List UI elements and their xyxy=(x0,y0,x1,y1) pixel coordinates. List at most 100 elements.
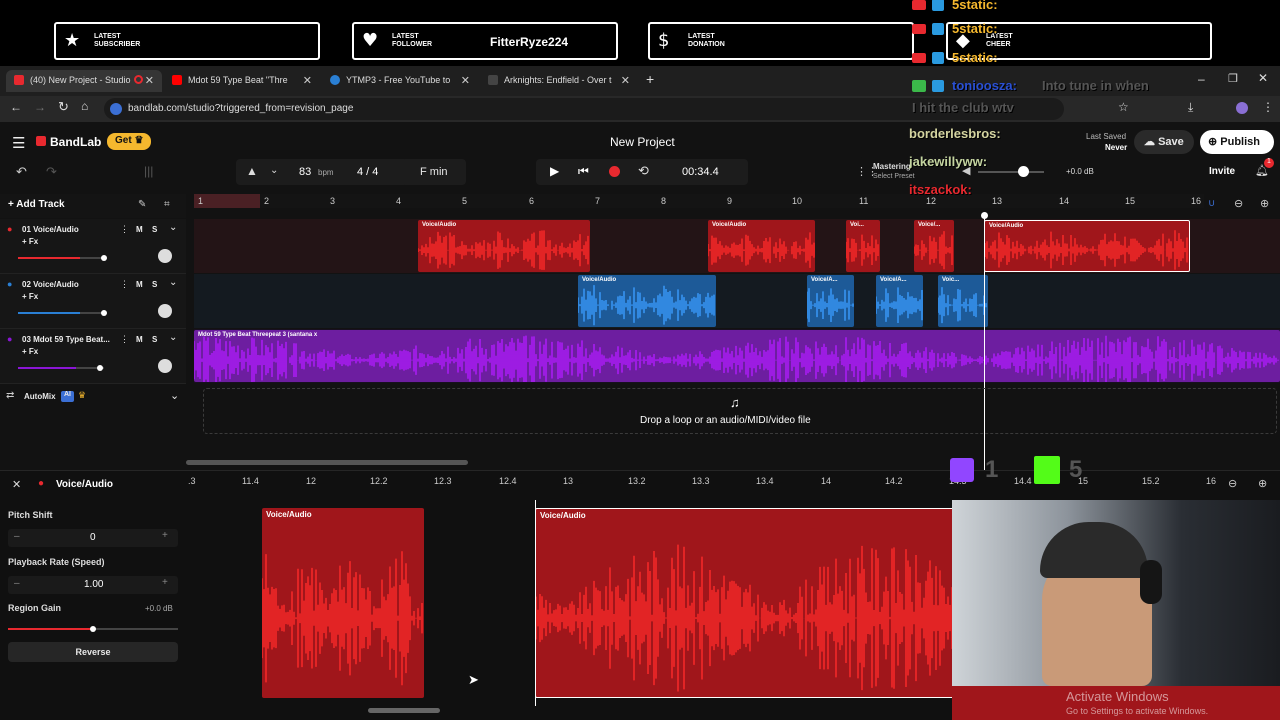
beat-clip[interactable]: Mdot 59 Type Beat Threepeat 3 (santana x xyxy=(194,330,1280,382)
playhead-handle[interactable] xyxy=(981,212,988,219)
audio-clip[interactable]: Voice/Audio xyxy=(578,275,716,327)
track-menu-icon[interactable]: ⋮ xyxy=(120,224,129,235)
audio-clip[interactable]: Voice/Audio xyxy=(708,220,815,272)
track-header-3[interactable]: ● 03 Mdot 59 Type Beat... + Fx ⋮ M S ⌄ xyxy=(0,329,186,384)
track-menu-icon[interactable]: ⋮ xyxy=(120,279,129,290)
lane-2[interactable] xyxy=(194,274,1280,328)
increment-icon[interactable]: + xyxy=(162,577,168,588)
mute-button[interactable]: M xyxy=(136,280,143,289)
horizontal-scrollbar[interactable] xyxy=(186,460,468,465)
audio-clip[interactable]: Voice/Audio xyxy=(418,220,590,272)
editor-ruler[interactable]: .3 11.4 12 12.2 12.3 12.4 13 13.2 13.3 1… xyxy=(186,474,1222,490)
magnet-icon[interactable]: ∪ xyxy=(1208,198,1215,209)
loop-icon[interactable]: ⟲ xyxy=(638,163,649,179)
add-fx-button[interactable]: + Fx xyxy=(22,292,38,301)
chevron-down-icon[interactable]: ⌄ xyxy=(170,389,179,402)
editor-zoom-out-icon[interactable]: ⊖ xyxy=(1228,477,1237,490)
home-icon[interactable]: ⌂ xyxy=(81,99,88,113)
tools-icon[interactable]: ✎ xyxy=(138,199,146,210)
forward-icon[interactable]: → xyxy=(34,100,46,114)
browser-tab-youtube[interactable]: Mdot 59 Type Beat "Threepeat ✕ xyxy=(164,70,320,92)
redo-icon[interactable]: ↷ xyxy=(46,164,57,180)
editor-scrollbar[interactable] xyxy=(368,708,440,713)
publish-button[interactable]: ⊕ Publish xyxy=(1200,130,1274,154)
close-tab-icon[interactable]: ✕ xyxy=(621,74,630,87)
site-info-icon[interactable] xyxy=(110,103,122,115)
back-icon[interactable]: ← xyxy=(10,100,22,114)
reload-icon[interactable]: ↻ xyxy=(58,99,69,115)
close-tab-icon[interactable]: ✕ xyxy=(145,74,154,87)
minimize-window-icon[interactable]: – xyxy=(1198,72,1205,86)
loop-region[interactable] xyxy=(194,194,260,208)
editor-zoom-in-icon[interactable]: ⊕ xyxy=(1258,477,1267,490)
play-icon[interactable]: ▶ xyxy=(550,164,559,178)
pan-knob[interactable] xyxy=(158,304,172,318)
browser-tab-ytmp3[interactable]: YTMP3 - Free YouTube to MP3 ✕ xyxy=(322,70,478,92)
add-track-button[interactable]: + Add Track xyxy=(8,199,65,210)
profile-icon[interactable] xyxy=(1236,102,1248,114)
download-icon[interactable]: ⤓ xyxy=(1188,100,1193,115)
browser-tab-studio[interactable]: (40) New Project - Studio ✕ xyxy=(6,70,162,92)
undo-icon[interactable]: ↶ xyxy=(16,164,27,180)
get-membership-button[interactable]: Get ♛ xyxy=(107,133,151,150)
region-gain-handle[interactable] xyxy=(90,626,96,632)
invite-button[interactable]: Invite xyxy=(1209,166,1235,177)
mute-button[interactable]: M xyxy=(136,225,143,234)
playback-rate-stepper[interactable]: – 1.00 + xyxy=(8,576,178,594)
decrement-icon[interactable]: – xyxy=(14,578,20,589)
pitch-shift-stepper[interactable]: – 0 + xyxy=(8,529,178,547)
solo-button[interactable]: S xyxy=(152,280,157,289)
record-icon[interactable] xyxy=(609,166,620,177)
track-volume-handle[interactable] xyxy=(101,310,107,316)
snap-icon[interactable]: ⌗ xyxy=(164,199,170,210)
audio-clip[interactable]: Voice/A... xyxy=(807,275,854,327)
time-signature[interactable]: 4 / 4 xyxy=(357,166,378,178)
zoom-in-icon[interactable]: ⊕ xyxy=(1260,197,1269,210)
track-volume-slider[interactable] xyxy=(18,312,104,314)
editor-playhead[interactable] xyxy=(535,500,536,706)
pan-knob[interactable] xyxy=(158,359,172,373)
mixer-icon[interactable]: ||| xyxy=(144,164,153,178)
project-title[interactable]: New Project xyxy=(610,135,675,149)
skip-to-start-icon[interactable]: ⏮ xyxy=(578,164,589,179)
track-volume-handle[interactable] xyxy=(101,255,107,261)
track-volume-handle[interactable] xyxy=(97,365,103,371)
track-name[interactable]: 01 Voice/Audio xyxy=(22,225,79,234)
automix-row[interactable]: ⇄ AutoMix AI ♛ ⌄ xyxy=(0,388,186,408)
expand-icon[interactable]: ⌄ xyxy=(169,222,177,233)
add-fx-button[interactable]: + Fx xyxy=(22,237,38,246)
expand-icon[interactable]: ⌄ xyxy=(169,332,177,343)
new-tab-icon[interactable]: + xyxy=(646,71,654,87)
audio-clip[interactable]: Voice/... xyxy=(914,220,954,272)
decrement-icon[interactable]: – xyxy=(14,531,20,542)
metronome-options-icon[interactable]: ⌄ xyxy=(270,165,278,176)
zoom-out-icon[interactable]: ⊖ xyxy=(1234,197,1243,210)
drop-zone[interactable]: ♫ Drop a loop or an audio/MIDI/video fil… xyxy=(203,388,1277,434)
increment-icon[interactable]: + xyxy=(162,530,168,541)
mute-button[interactable]: M xyxy=(136,335,143,344)
audio-clip[interactable]: Voic... xyxy=(938,275,988,327)
track-volume-slider[interactable] xyxy=(18,257,104,259)
add-fx-button[interactable]: + Fx xyxy=(22,347,38,356)
track-header-2[interactable]: ● 02 Voice/Audio + Fx ⋮ M S ⌄ xyxy=(0,274,186,329)
audio-clip[interactable]: Voi... xyxy=(846,220,880,272)
pan-knob[interactable] xyxy=(158,249,172,263)
bookmark-star-icon[interactable]: ☆ xyxy=(1118,100,1129,114)
reverse-button[interactable]: Reverse xyxy=(8,642,178,662)
editor-audio-clip[interactable]: Voice/Audio xyxy=(262,508,424,698)
key-selector[interactable]: F min xyxy=(402,159,466,185)
close-tab-icon[interactable]: ✕ xyxy=(461,74,470,87)
track-volume-slider[interactable] xyxy=(18,367,104,369)
restore-window-icon[interactable]: ❐ xyxy=(1228,72,1238,85)
close-tab-icon[interactable]: ✕ xyxy=(303,74,312,87)
hamburger-menu-icon[interactable]: ☰ xyxy=(12,134,25,152)
bpm-value[interactable]: 83 xyxy=(299,166,311,178)
track-name[interactable]: 02 Voice/Audio xyxy=(22,280,79,289)
close-editor-icon[interactable]: ✕ xyxy=(12,478,21,491)
track-header-1[interactable]: ● 01 Voice/Audio + Fx ⋮ M S ⌄ xyxy=(0,219,186,274)
metronome-icon[interactable]: ▲ xyxy=(246,164,258,178)
close-window-icon[interactable]: ✕ xyxy=(1258,71,1268,85)
audio-clip[interactable]: Voice/A... xyxy=(876,275,923,327)
track-menu-icon[interactable]: ⋮ xyxy=(120,334,129,345)
solo-button[interactable]: S xyxy=(152,225,157,234)
